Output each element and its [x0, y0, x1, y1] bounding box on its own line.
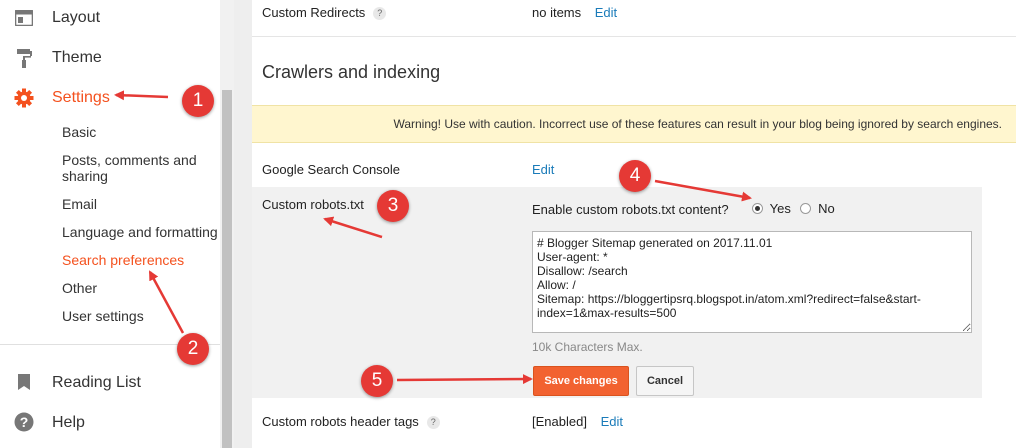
char-limit-hint: 10k Characters Max.: [532, 340, 643, 354]
robots-header-row: Custom robots header tags?: [262, 414, 440, 430]
submenu-item-basic[interactable]: Basic: [62, 124, 220, 140]
gear-icon: [14, 88, 34, 108]
search-console-label: Google Search Console: [262, 162, 401, 177]
sidebar-item-label: Layout: [52, 9, 101, 26]
radio-yes[interactable]: [752, 203, 763, 214]
radio-no-label: No: [818, 201, 835, 216]
robots-header-edit-link[interactable]: Edit: [601, 414, 623, 429]
robots-txt-textarea[interactable]: # Blogger Sitemap generated on 2017.11.0…: [532, 231, 972, 333]
annotation-badge-3: 3: [377, 190, 409, 222]
submenu-item-other[interactable]: Other: [62, 280, 220, 296]
sidebar-item-label: Reading List: [52, 374, 141, 391]
radio-no[interactable]: [800, 203, 812, 214]
custom-redirects-value: no items: [532, 5, 582, 20]
robots-radio-group: Yes No: [752, 201, 835, 216]
submenu-item-user-settings[interactable]: User settings: [62, 308, 220, 324]
sidebar: Layout Theme Settings Basic Posts, comme…: [0, 0, 220, 448]
gutter: [234, 0, 252, 448]
robots-header-value: [Enabled]: [532, 414, 587, 429]
enable-robots-question: Enable custom robots.txt content?: [532, 202, 729, 217]
annotation-badge-4: 4: [619, 160, 651, 192]
divider: [252, 36, 1016, 37]
help-icon[interactable]: ?: [426, 416, 440, 430]
submenu-item-posts[interactable]: Posts, comments and sharing: [62, 152, 220, 184]
custom-redirects-value-row: no items Edit: [532, 5, 617, 20]
annotation-badge-5: 5: [361, 365, 393, 397]
sidebar-scrollbar-thumb[interactable]: [222, 90, 232, 448]
warning-banner: Warning! Use with caution. Incorrect use…: [252, 105, 1016, 143]
annotation-badge-2: 2: [177, 333, 209, 365]
search-console-edit-link[interactable]: Edit: [532, 162, 554, 177]
sidebar-item-label: Help: [52, 414, 85, 431]
submenu-item-language[interactable]: Language and formatting: [62, 224, 220, 240]
sidebar-item-label: Theme: [52, 49, 102, 66]
save-changes-button[interactable]: Save changes: [533, 366, 629, 396]
submenu-item-email[interactable]: Email: [62, 196, 220, 212]
help-icon[interactable]: ?: [373, 7, 387, 21]
custom-redirects-edit-link[interactable]: Edit: [595, 5, 617, 20]
custom-robots-label: Custom robots.txt: [262, 197, 364, 212]
section-title: Crawlers and indexing: [262, 62, 441, 82]
custom-robots-panel: Custom robots.txt Enable custom robots.t…: [252, 187, 982, 398]
paint-roller-icon: [14, 48, 34, 68]
layout-icon: [14, 8, 34, 28]
warning-text: Warning! Use with caution. Incorrect use…: [393, 117, 1002, 131]
robots-header-value-row: [Enabled] Edit: [532, 414, 623, 429]
annotation-badge-1: 1: [182, 85, 214, 117]
robots-header-label: Custom robots header tags: [262, 414, 419, 429]
submenu-item-search-preferences[interactable]: Search preferences: [62, 252, 220, 268]
svg-text:?: ?: [20, 414, 29, 430]
custom-redirects-label: Custom Redirects: [262, 5, 366, 20]
cancel-button[interactable]: Cancel: [636, 366, 694, 396]
radio-yes-label: Yes: [769, 201, 791, 216]
custom-redirects-row: Custom Redirects?: [262, 5, 387, 21]
bookmark-icon: [14, 372, 34, 392]
help-icon: ?: [14, 412, 34, 432]
sidebar-item-label: Settings: [52, 89, 110, 106]
